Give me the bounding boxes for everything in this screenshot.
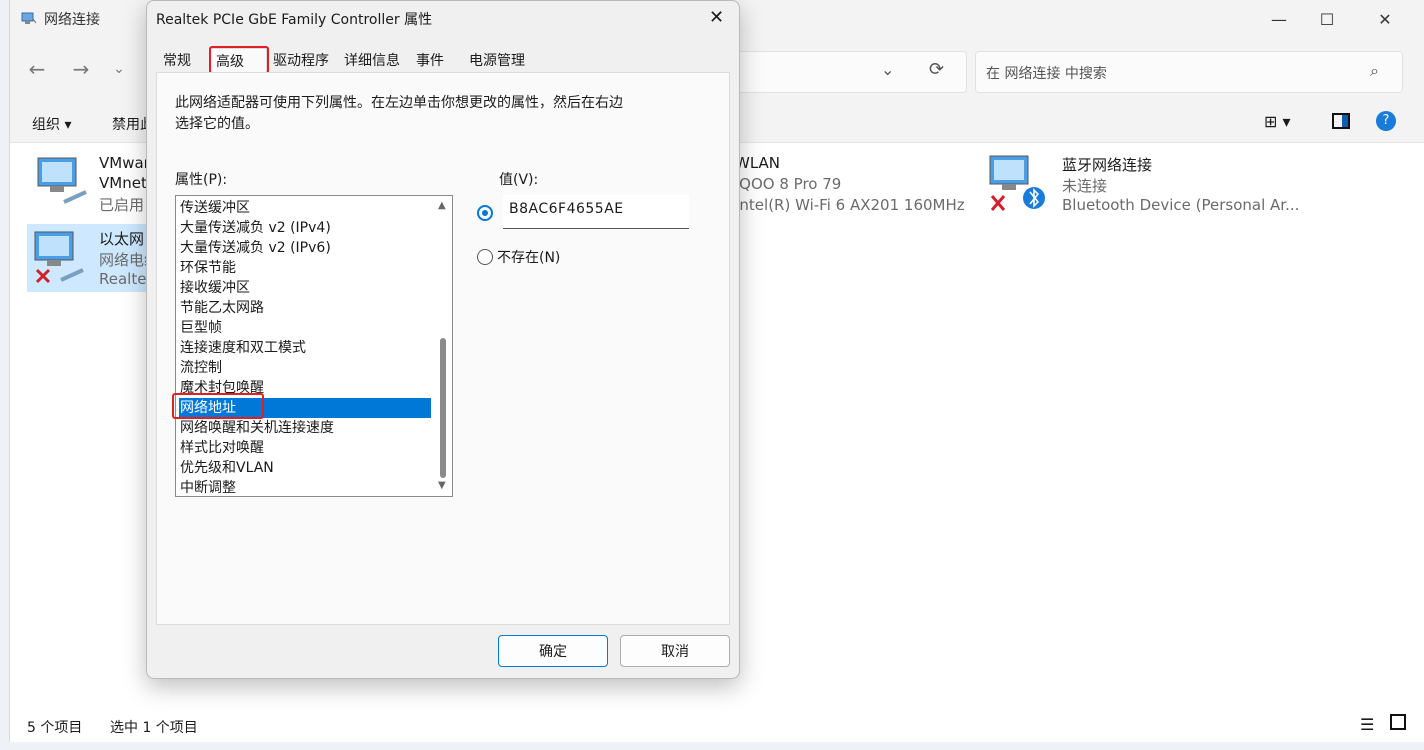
item-device: Intel(R) Wi-Fi 6 AX201 160MHz <box>735 196 965 214</box>
property-item[interactable]: 连接速度和双工模式 <box>179 338 431 358</box>
tiles-view-icon[interactable] <box>1390 714 1406 730</box>
property-item[interactable]: 环保节能 <box>179 258 431 278</box>
item-status: iQOO 8 Pro 79 <box>735 175 842 193</box>
network-adapter-icon <box>31 228 87 292</box>
tab-power-management[interactable]: 电源管理 <box>463 48 535 72</box>
property-item[interactable]: 网络唤醒和关机连接速度 <box>179 418 431 438</box>
item-device: Bluetooth Device (Personal Ar... <box>1062 196 1300 214</box>
property-item[interactable]: 接收缓冲区 <box>179 278 431 298</box>
item-status: 已启用 <box>99 196 145 214</box>
properties-dialog: Realtek PCIe GbE Family Controller 属性 ✕ … <box>146 0 740 679</box>
address-dropdown-icon[interactable]: ⌄ <box>881 60 894 79</box>
tab-events[interactable]: 事件 <box>410 48 462 72</box>
view-options-icon[interactable]: ⊞ ▾ <box>1264 112 1291 131</box>
help-icon[interactable]: ? <box>1376 111 1396 131</box>
item-name: 以太网 <box>99 230 145 248</box>
item-name: VMwar <box>99 154 150 172</box>
connection-item-bluetooth[interactable]: 蓝牙网络连接 未连接 Bluetooth Device (Personal Ar… <box>982 150 1302 220</box>
search-icon: ⌕ <box>1370 61 1379 80</box>
forward-arrow-icon[interactable]: → <box>66 54 96 84</box>
description-text: 此网络适配器可使用下列属性。在左边单击你想更改的属性，然后在右边 选择它的值。 <box>175 95 623 132</box>
property-list[interactable]: 传送缓冲区 大量传送减负 v2 (IPv4) 大量传送减负 v2 (IPv6) … <box>175 195 453 497</box>
preview-pane-icon[interactable] <box>1332 113 1350 129</box>
tab-general[interactable]: 常规 <box>157 48 207 72</box>
selected-property-highlight <box>172 393 264 419</box>
scroll-thumb[interactable] <box>440 338 446 478</box>
organize-menu[interactable]: 组织 ▾ <box>32 114 71 134</box>
item-name-line2: VMnet <box>99 174 147 192</box>
search-box[interactable]: 在 网络连接 中搜索 ⌕ <box>975 51 1403 93</box>
dialog-titlebar: Realtek PCIe GbE Family Controller 属性 ✕ <box>147 1 739 35</box>
ok-button[interactable]: 确定 <box>498 635 608 667</box>
item-status: 未连接 <box>1062 177 1108 195</box>
property-item[interactable]: 大量传送减负 v2 (IPv6) <box>179 238 431 258</box>
scroll-down-icon[interactable]: ▼ <box>438 480 446 491</box>
property-item[interactable]: 巨型帧 <box>179 318 431 338</box>
close-window-button[interactable]: ✕ <box>1356 0 1414 38</box>
selected-count: 选中 1 个项目 <box>110 720 198 736</box>
dialog-title: Realtek PCIe GbE Family Controller 属性 <box>156 12 433 28</box>
value-radio[interactable] <box>477 205 493 221</box>
property-list-scrollbar[interactable]: ▲ ▼ <box>434 196 452 496</box>
details-view-icon[interactable]: ☰ <box>1360 715 1374 734</box>
tab-details[interactable]: 详细信息 <box>338 48 410 72</box>
tab-advanced-highlight <box>209 46 269 74</box>
status-bar: 5 个项目 选中 1 个项目 ☰ <box>10 710 1424 742</box>
maximize-button[interactable]: ☐ <box>1298 0 1356 38</box>
property-item[interactable]: 优先级和VLAN <box>179 458 431 478</box>
history-chevron-icon[interactable]: ⌄ <box>104 54 134 84</box>
bluetooth-adapter-icon <box>986 154 1048 220</box>
property-item[interactable]: 样式比对唤醒 <box>179 438 431 458</box>
connection-item-ethernet[interactable]: 以太网 网络电缆 Realte <box>27 224 159 292</box>
property-item[interactable]: 传送缓冲区 <box>179 198 431 218</box>
scroll-up-icon[interactable]: ▲ <box>438 200 446 211</box>
item-count: 5 个项目 <box>27 720 83 736</box>
property-item[interactable]: 节能乙太网路 <box>179 298 431 318</box>
connection-item-wlan[interactable]: WLAN iQOO 8 Pro 79 Intel(R) Wi-Fi 6 AX20… <box>735 150 985 216</box>
search-placeholder: 在 网络连接 中搜索 <box>986 66 1107 82</box>
value-text: B8AC6F4655AE <box>509 201 624 217</box>
property-item[interactable]: 大量传送减负 v2 (IPv4) <box>179 218 431 238</box>
refresh-icon[interactable]: ⟳ <box>929 59 944 80</box>
property-item[interactable]: 中断调整 <box>179 478 431 496</box>
network-folder-icon <box>21 11 37 25</box>
item-name: 蓝牙网络连接 <box>1062 156 1153 174</box>
dialog-close-icon[interactable]: ✕ <box>709 7 724 28</box>
back-arrow-icon[interactable]: ← <box>22 54 52 84</box>
property-label: 属性(P): <box>175 172 228 188</box>
cancel-button[interactable]: 取消 <box>620 635 730 667</box>
tab-driver[interactable]: 驱动程序 <box>267 48 339 72</box>
item-name: WLAN <box>735 154 781 172</box>
value-input[interactable]: B8AC6F4655AE <box>503 195 689 229</box>
property-item[interactable]: 流控制 <box>179 358 431 378</box>
item-device: Realte <box>99 270 147 288</box>
connection-item-vmware[interactable]: VMwar VMnet 已启用 <box>26 150 156 216</box>
not-present-radio[interactable] <box>477 249 493 265</box>
value-label: 值(V): <box>499 172 539 188</box>
network-adapter-icon <box>34 154 90 214</box>
explorer-title: 网络连接 <box>44 12 100 28</box>
not-present-label[interactable]: 不存在(N) <box>497 247 560 267</box>
